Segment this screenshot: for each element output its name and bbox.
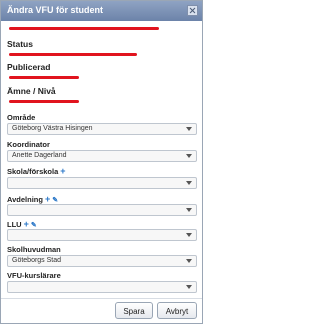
save-button[interactable]: Spara [115,302,153,319]
add-skola-plus-icon[interactable]: + [60,166,65,176]
cancel-button[interactable]: Avbryt [157,302,197,319]
close-icon[interactable] [187,5,198,16]
add-avdelning-plus-icon[interactable]: + [45,194,50,204]
skola-label: Skola/förskola + [7,166,66,176]
koordinator-select[interactable]: Anette Dagerland [7,150,197,162]
omrade-select[interactable]: Göteborg Västra Hisingen [7,123,197,135]
koordinator-label: Koordinator [7,140,50,149]
koordinator-value: Anette Dagerland [12,152,67,159]
llu-label: LLU + ✎ [7,219,37,229]
omrade-label: Område [7,113,36,122]
edit-llu-pencil-icon[interactable]: ✎ [31,222,37,229]
omrade-value: Göteborg Västra Hisingen [12,125,93,132]
avdelning-label: Avdelning + ✎ [7,194,58,204]
dialog-titlebar[interactable]: Ändra VFU för student [1,1,202,21]
redaction-mark [9,53,137,56]
status-label: Status [7,39,33,49]
avdelning-label-text: Avdelning [7,195,43,204]
edit-avdelning-pencil-icon[interactable]: ✎ [52,197,58,204]
llu-label-text: LLU [7,220,22,229]
skolhuvudman-select[interactable]: Göteborgs Stad [7,255,197,267]
dialog-title: Ändra VFU för student [7,5,103,15]
edit-vfu-dialog: Ändra VFU för student Status Publicerad … [0,0,203,324]
redaction-mark [9,27,159,30]
vfu-kurslarare-label: VFU-kurslärare [7,271,61,280]
add-llu-plus-icon[interactable]: + [24,219,29,229]
publicerad-label: Publicerad [7,62,51,72]
redaction-mark [9,100,79,103]
vfu-kurslarare-select[interactable] [7,281,197,293]
skola-label-text: Skola/förskola [7,167,59,176]
skola-select[interactable] [7,177,197,189]
skolhuvudman-value: Göteborgs Stad [12,257,62,264]
redaction-mark [9,76,79,79]
skolhuvudman-label: Skolhuvudman [7,245,61,254]
avdelning-select[interactable] [7,204,197,216]
llu-select[interactable] [7,229,197,241]
amne-niva-label: Ämne / Nivå [7,86,56,96]
